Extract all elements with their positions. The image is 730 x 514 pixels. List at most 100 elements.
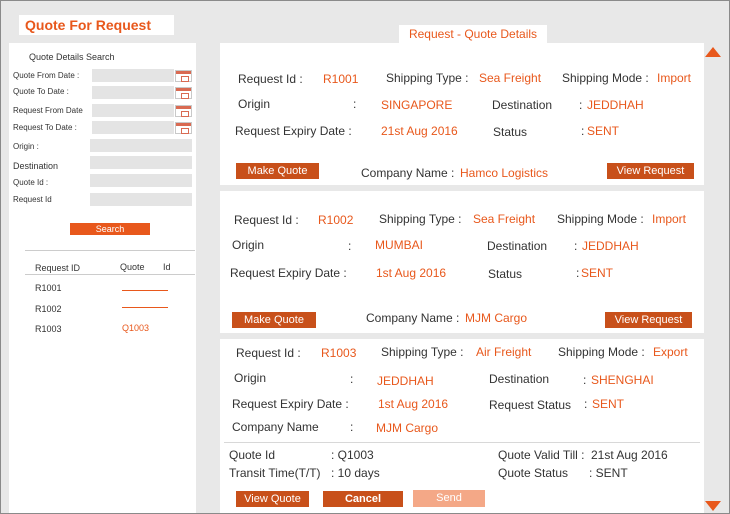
search-button[interactable]: Search <box>70 223 150 235</box>
request-to-date-input[interactable] <box>92 121 174 134</box>
quote-id-value: : Q1003 <box>331 448 374 462</box>
destination-label: Destination <box>489 372 550 386</box>
expiry-label: Request Expiry Date : <box>235 124 352 138</box>
destination-label: Destination <box>13 161 59 171</box>
expiry-value: 21st Aug 2016 <box>381 124 458 138</box>
transit-time-value: : 10 days <box>331 466 380 480</box>
quote-status-value: : SENT <box>589 466 628 480</box>
request-id-label: Request Id : <box>234 213 299 227</box>
view-quote-button[interactable]: View Quote <box>236 491 309 507</box>
company-value: Hamco Logistics <box>460 166 549 180</box>
shipping-type-label: Shipping Type : <box>379 212 462 226</box>
shipping-type-value: Sea Freight <box>473 212 536 226</box>
shipping-mode-value: Import <box>652 212 687 226</box>
request-id-value: R1003 <box>321 346 357 360</box>
status-colon: : <box>584 397 588 411</box>
origin-colon: : <box>353 97 357 111</box>
company-value: MJM Cargo <box>376 421 439 435</box>
expiry-value: 1st Aug 2016 <box>378 397 449 411</box>
shipping-mode-label: Shipping Mode : <box>558 345 645 359</box>
status-value: SENT <box>587 124 620 138</box>
quote-to-date-input[interactable] <box>92 86 174 99</box>
destination-input[interactable] <box>90 156 192 169</box>
scrollbar[interactable] <box>703 43 727 513</box>
origin-label: Origin <box>232 238 265 252</box>
shipping-mode-label: Shipping Mode : <box>562 71 649 85</box>
destination-label: Destination <box>487 239 548 253</box>
search-panel: Quote Details Search Quote From Date : Q… <box>9 43 196 513</box>
page-title: Quote For Request <box>19 15 174 35</box>
calendar-icon[interactable] <box>175 105 192 117</box>
make-quote-button[interactable]: Make Quote <box>236 163 319 179</box>
app-window: Quote For Request Request - Quote Detail… <box>0 0 730 514</box>
quote-valid-till-value: 21st Aug 2016 <box>591 448 668 462</box>
scroll-down-icon[interactable] <box>705 501 721 511</box>
quote-id-input[interactable] <box>90 174 192 187</box>
request-id-label: Request Id : <box>238 72 303 86</box>
request-from-date-label: Request From Date <box>13 106 83 115</box>
view-request-button[interactable]: View Request <box>607 163 694 179</box>
request-id-input[interactable] <box>90 193 192 206</box>
company-label: Company Name : <box>366 311 460 325</box>
search-section-title: Quote Details Search <box>29 52 115 62</box>
calendar-icon[interactable] <box>175 87 192 99</box>
view-request-button[interactable]: View Request <box>605 312 692 328</box>
scroll-up-icon[interactable] <box>705 47 721 57</box>
status-label: Status <box>493 125 528 139</box>
origin-value: SINGAPORE <box>381 98 453 112</box>
status-value: SENT <box>581 266 614 280</box>
request-id-label: Request Id <box>13 195 52 204</box>
details-title: Request - Quote Details <box>399 25 547 43</box>
origin-colon: : <box>350 372 354 386</box>
expiry-label: Request Expiry Date : <box>230 266 347 280</box>
table-row-quote-id-empty <box>122 307 168 308</box>
request-card: Request Id : R1002 Shipping Type : Sea F… <box>220 191 704 333</box>
divider <box>25 274 195 275</box>
transit-time-label: Transit Time(T/T) <box>229 466 321 480</box>
status-colon: : <box>581 124 585 138</box>
company-label: Company Name <box>232 420 319 434</box>
make-quote-button[interactable]: Make Quote <box>232 312 316 328</box>
request-from-date-input[interactable] <box>92 104 174 117</box>
shipping-type-value: Sea Freight <box>479 71 542 85</box>
quote-status-label: Quote Status <box>498 466 569 480</box>
shipping-mode-label: Shipping Mode : <box>557 212 644 226</box>
origin-value: MUMBAI <box>375 238 423 252</box>
destination-value: SHENGHAI <box>591 373 654 387</box>
divider <box>224 442 700 443</box>
origin-input[interactable] <box>90 139 192 152</box>
table-row-quote-id-empty <box>122 290 168 291</box>
destination-value: JEDDHAH <box>587 98 644 112</box>
table-header-id: Id <box>163 262 171 272</box>
request-id-value: R1002 <box>318 213 354 227</box>
table-row-request-id[interactable]: R1002 <box>35 304 62 314</box>
table-row-request-id[interactable]: R1003 <box>35 324 62 334</box>
calendar-icon[interactable] <box>175 70 192 82</box>
request-to-date-label: Request To Date : <box>13 123 77 132</box>
request-id-label: Request Id : <box>236 346 301 360</box>
shipping-type-label: Shipping Type : <box>381 345 464 359</box>
request-card: Request Id : R1003 Shipping Type : Air F… <box>220 339 704 513</box>
quote-from-date-label: Quote From Date : <box>13 71 80 80</box>
cancel-button[interactable]: Cancel <box>323 491 403 507</box>
request-id-value: R1001 <box>323 72 359 86</box>
divider <box>25 250 195 251</box>
table-row-request-id[interactable]: R1001 <box>35 283 62 293</box>
origin-value: JEDDHAH <box>377 374 434 388</box>
table-header-request-id: Request ID <box>35 263 81 273</box>
shipping-mode-value: Import <box>657 71 692 85</box>
origin-label: Origin <box>238 97 271 111</box>
quote-from-date-input[interactable] <box>92 69 174 82</box>
send-button[interactable]: Send <box>413 490 485 507</box>
shipping-mode-value: Export <box>653 345 688 359</box>
status-label: Status <box>488 267 523 281</box>
destination-value: JEDDHAH <box>582 239 639 253</box>
calendar-icon[interactable] <box>175 122 192 134</box>
quote-id-label: Quote Id <box>229 448 276 462</box>
origin-label: Origin <box>234 371 267 385</box>
origin-colon: : <box>348 239 352 253</box>
company-value: MJM Cargo <box>465 311 528 325</box>
status-label: Request Status <box>489 398 572 412</box>
quote-valid-till-label: Quote Valid Till : <box>498 448 585 462</box>
table-row-quote-id[interactable]: Q1003 <box>122 323 149 333</box>
